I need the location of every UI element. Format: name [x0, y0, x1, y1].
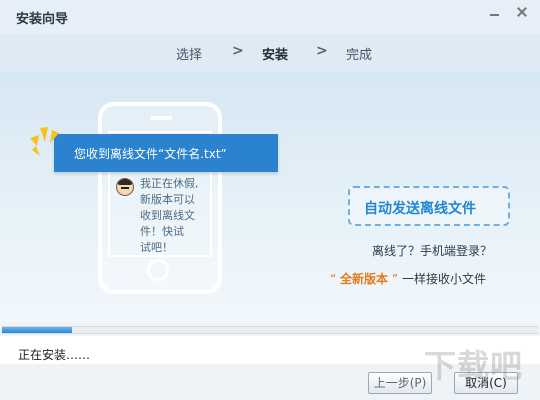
avatar — [116, 178, 134, 196]
new-version-suffix: 一样接收小文件 — [401, 272, 486, 286]
close-icon[interactable] — [512, 4, 532, 20]
chat-message: 我正在休假, 新版本可以 收到离线文 件！快试 试吧！ — [140, 176, 210, 256]
chat-message-line: 试吧！ — [140, 241, 173, 254]
offline-question: 离线了？手机端登录？ — [372, 244, 493, 258]
chat-message-line: 收到离线文 — [140, 209, 195, 222]
promo-banner: 我正在休假, 新版本可以 收到离线文 件！快试 试吧！ 您收到离线文件“文件名.… — [0, 72, 540, 322]
step-arrow-icon: > — [316, 43, 328, 59]
watermark: 下载吧 — [424, 347, 524, 385]
prev-button[interactable]: 上一步(P) — [368, 372, 432, 394]
auto-send-offline-file-button: 自动发送离线文件 — [348, 186, 510, 226]
close-quote: ” — [391, 272, 399, 286]
step-bar: 选择 > 安装 > 完成 — [0, 34, 540, 72]
progress-fill — [2, 327, 72, 333]
feature-label: 自动发送离线文件 — [364, 201, 476, 217]
installer-window: 安装向导 选择 > 安装 > 完成 我正在休假, 新版本可以 收到离线文 件！快… — [0, 0, 540, 400]
alert-burst-icon — [30, 127, 59, 156]
step-finish: 完成 — [346, 48, 373, 63]
install-progress — [0, 322, 540, 336]
open-quote: “ — [330, 272, 337, 286]
step-install: 安装 — [262, 48, 289, 63]
step-select: 选择 — [176, 48, 203, 63]
chat-message-line: 件！快试 — [140, 225, 184, 238]
step-arrow-icon: > — [232, 43, 244, 59]
progress-track — [2, 326, 538, 334]
phone-home-button — [147, 259, 169, 281]
status-text: 正在安装…… — [18, 348, 91, 362]
title-bar: 安装向导 — [0, 0, 540, 34]
new-version-caption: “ 全新版本 ” 一样接收小文件 — [330, 270, 486, 287]
offline-file-notification: 您收到离线文件“文件名.txt” — [54, 134, 278, 172]
chat-message-line: 我正在休假, — [140, 177, 199, 190]
chat-message-line: 新版本可以 — [140, 193, 195, 206]
phone-speaker — [150, 116, 172, 120]
window-title: 安装向导 — [16, 12, 69, 27]
new-version-label: 全新版本 — [340, 272, 389, 286]
notification-text: 您收到离线文件“文件名.txt” — [74, 147, 227, 161]
minimize-icon[interactable] — [484, 4, 504, 20]
